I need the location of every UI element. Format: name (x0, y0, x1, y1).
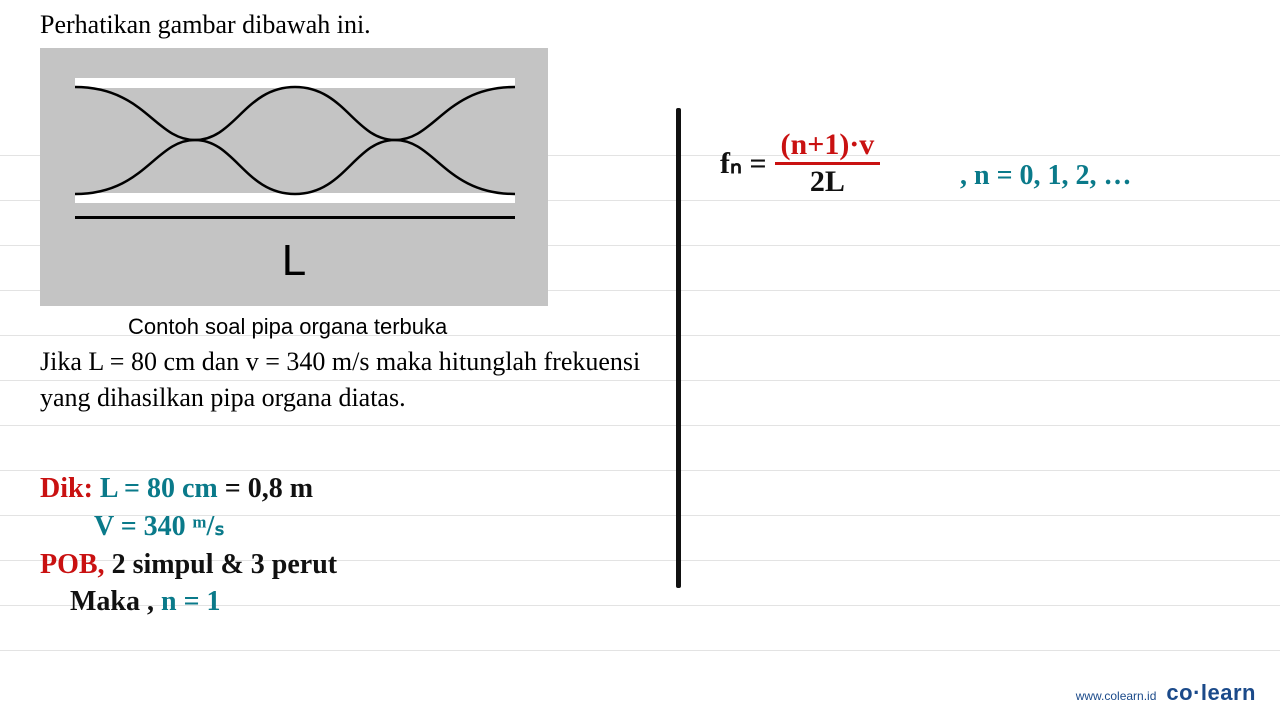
length-indicator-line (75, 216, 515, 219)
dik-label: Dik: (40, 473, 93, 504)
pipe-diagram: L (40, 48, 548, 306)
footer: www.colearn.id co·learn (1076, 680, 1256, 706)
instruction-text: Perhatikan gambar dibawah ini. (40, 10, 1240, 40)
standing-wave-svg (75, 78, 515, 203)
pob-label: POB, (40, 549, 105, 580)
problem-statement: Jika L = 80 cm dan v = 340 m/s maka hitu… (40, 344, 660, 417)
given-notes: Dik: L = 80 cm = 0,8 m V = 340 ᵐ/ₛ POB, … (40, 470, 337, 621)
diagram-caption: Contoh soal pipa organa terbuka (128, 314, 1240, 340)
length-label: L (40, 236, 548, 286)
formula-lhs: fₙ = (720, 146, 767, 181)
footer-url: www.colearn.id (1076, 689, 1157, 703)
brand-right: learn (1201, 680, 1256, 705)
given-v: V = 340 ᵐ/ₛ (94, 511, 225, 542)
n-values-note: , n = 0, 1, 2, … (960, 160, 1132, 192)
brand-left: co (1166, 680, 1193, 705)
formula-denominator: 2L (775, 162, 881, 199)
n-value: n = 1 (161, 586, 221, 617)
pob-description: 2 simpul & 3 perut (112, 549, 338, 580)
given-L: L = 80 cm (100, 473, 218, 504)
maka-label: Maka , (70, 586, 154, 617)
footer-brand: co·learn (1166, 680, 1256, 706)
formula-block: fₙ = (n+1)·v 2L (720, 128, 880, 199)
vertical-divider (676, 108, 681, 588)
given-L-converted: = 0,8 m (225, 473, 313, 504)
brand-dot: · (1193, 680, 1201, 705)
formula-numerator: (n+1)·v (775, 128, 881, 162)
